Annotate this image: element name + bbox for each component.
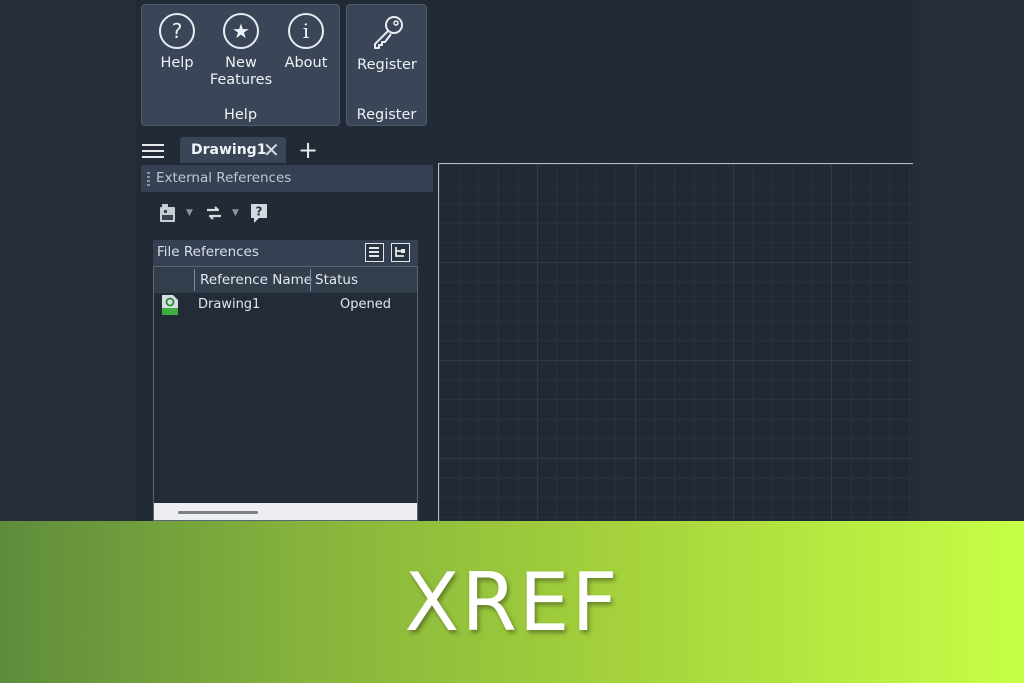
reference-status: Opened xyxy=(340,297,391,312)
panel-title: External References xyxy=(156,170,292,186)
column-header-reference-name[interactable]: Reference Name xyxy=(200,272,312,288)
file-references-list: Reference Name Status Drawing1 Opened xyxy=(153,266,418,521)
tree-view-icon[interactable] xyxy=(391,243,410,262)
refresh-dropdown-chevron-icon[interactable]: ▼ xyxy=(232,208,239,218)
new-features-button-label: New Features xyxy=(209,55,273,88)
svg-text:?: ? xyxy=(256,205,263,219)
dwg-file-icon xyxy=(161,294,179,320)
register-button-label: Register xyxy=(357,57,417,73)
reference-name: Drawing1 xyxy=(198,297,261,312)
hamburger-menu-icon[interactable] xyxy=(142,141,164,158)
help-button[interactable]: ? Help xyxy=(145,13,209,72)
drawing-canvas[interactable] xyxy=(438,163,913,583)
attach-dwg-icon[interactable] xyxy=(158,202,178,224)
register-button[interactable]: Register xyxy=(355,13,419,74)
help-topic-icon[interactable]: ? xyxy=(249,202,271,224)
file-references-header: File References xyxy=(153,240,418,266)
question-icon: ? xyxy=(159,13,195,49)
help-button-label: Help xyxy=(160,55,194,71)
tab-drawing1[interactable]: Drawing1 ✕ xyxy=(180,137,286,163)
external-references-header: External References xyxy=(141,165,433,192)
ribbon-group-register: Register Register xyxy=(346,4,427,126)
scrollbar-thumb[interactable] xyxy=(178,511,258,514)
refresh-icon[interactable] xyxy=(204,202,224,224)
screenshot-stage: ? Help ★ New Features i About Help Regis… xyxy=(0,0,1024,683)
new-tab-plus-icon[interactable]: + xyxy=(298,136,318,164)
list-header: Reference Name Status xyxy=(154,267,417,293)
banner-title: XREF xyxy=(404,555,620,649)
file-references-title: File References xyxy=(157,244,259,260)
close-tab-icon[interactable]: ✕ xyxy=(263,138,280,162)
column-header-status[interactable]: Status xyxy=(315,272,358,288)
list-view-icon[interactable] xyxy=(365,243,384,262)
panel-grip-icon[interactable] xyxy=(147,172,150,186)
ribbon-group-help: ? Help ★ New Features i About Help xyxy=(141,4,340,126)
about-button-label: About xyxy=(284,55,328,71)
key-icon xyxy=(367,13,407,51)
horizontal-scrollbar[interactable] xyxy=(154,503,417,520)
ribbon-group-help-label: Help xyxy=(223,107,258,123)
new-features-button[interactable]: ★ New Features xyxy=(209,13,273,89)
title-banner: XREF xyxy=(0,521,1024,683)
star-icon: ★ xyxy=(223,13,259,49)
tab-title: Drawing1 xyxy=(191,142,267,158)
ribbon-group-register-label: Register xyxy=(356,107,417,123)
attach-dropdown-chevron-icon[interactable]: ▼ xyxy=(186,208,193,218)
about-button[interactable]: i About xyxy=(274,13,338,72)
info-icon: i xyxy=(288,13,324,49)
table-row[interactable]: Drawing1 Opened xyxy=(154,293,417,317)
